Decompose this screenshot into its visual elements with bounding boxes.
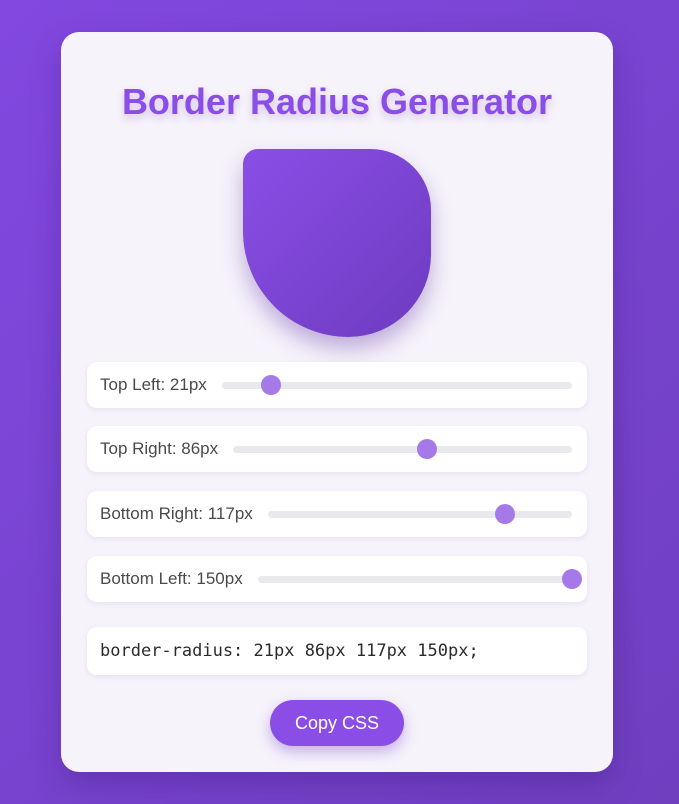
top-right-slider[interactable] bbox=[233, 439, 572, 459]
bottom-left-control: Bottom Left: 150px bbox=[87, 556, 587, 602]
top-left-slider[interactable] bbox=[221, 375, 572, 395]
page-title: Border Radius Generator bbox=[121, 81, 553, 122]
bottom-right-slider[interactable] bbox=[267, 504, 572, 524]
bottom-left-label: Bottom Left: 150px bbox=[100, 569, 243, 588]
bottom-left-slider[interactable] bbox=[257, 569, 582, 589]
bottom-right-label: Bottom Right: 117px bbox=[100, 504, 253, 523]
bottom-left-slider-thumb[interactable] bbox=[562, 569, 582, 589]
bottom-right-control: Bottom Right: 117px bbox=[87, 491, 587, 537]
copy-css-button[interactable]: Copy CSS bbox=[270, 700, 404, 746]
bottom-right-slider-thumb[interactable] bbox=[495, 504, 516, 524]
top-right-label: Top Right: 86px bbox=[100, 439, 219, 458]
top-left-label: Top Left: 21px bbox=[100, 375, 207, 394]
top-right-slider-thumb[interactable] bbox=[417, 439, 438, 459]
shape-preview bbox=[243, 149, 431, 337]
top-left-slider-thumb[interactable] bbox=[260, 375, 281, 395]
top-right-control: Top Right: 86px bbox=[87, 426, 587, 472]
top-left-control: Top Left: 21px bbox=[87, 362, 587, 408]
css-output: border-radius: 21px 86px 117px 150px; bbox=[87, 627, 587, 675]
generator-card: Border Radius Generator Top Left: 21px T… bbox=[61, 32, 613, 772]
